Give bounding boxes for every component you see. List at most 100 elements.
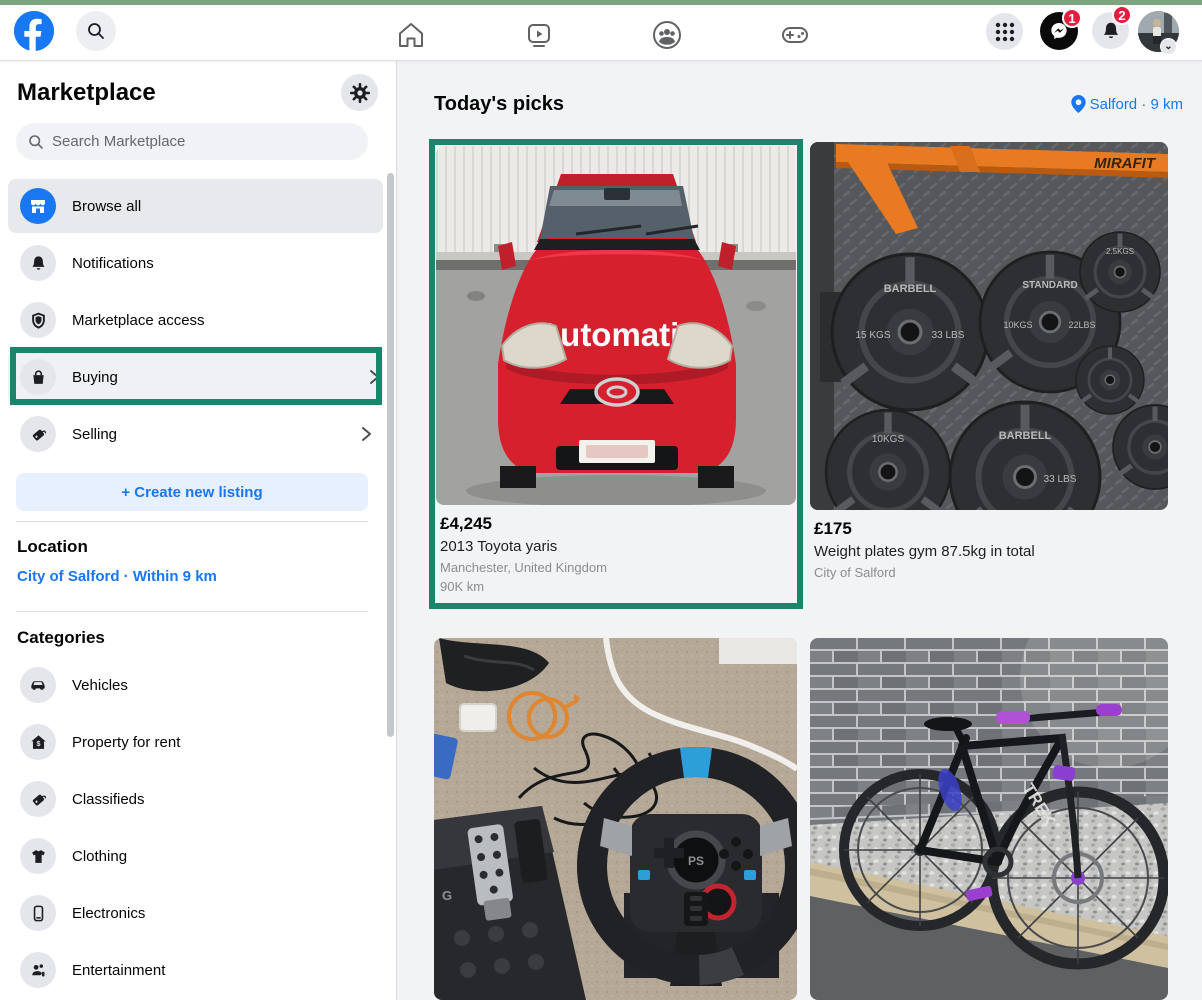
marketplace-sidebar: Marketplace [0,61,397,1000]
price-tag-icon [20,781,56,817]
apps-grid-icon [995,22,1015,42]
main-header: Today's picks Salford · 9 km [434,91,1183,117]
sidebar-item-label: Selling [72,406,117,462]
section-title: Today's picks [434,93,564,116]
marketplace-settings-button[interactable] [341,74,378,111]
category-label: Classifieds [72,773,145,825]
nav-groups-tab[interactable] [650,18,684,52]
tshirt-icon [20,838,56,874]
listing-info: £175 Weight plates gym 87.5kg in total C… [810,510,1168,582]
listing-card-toyota-yaris[interactable]: Automatic [436,146,796,596]
listing-title: 2013 Toyota yaris [440,536,792,558]
listing-card-racing-wheel[interactable]: G PS [434,638,797,1000]
svg-text:33 LBS: 33 LBS [932,330,965,341]
nav-search-button[interactable] [76,11,116,51]
hovered-row-background [8,350,383,404]
listing-title: Weight plates gym 87.5kg in total [814,541,1164,563]
sidebar-item-label: Buying [72,349,118,405]
category-label: Clothing [72,830,127,882]
weights-brand-text: MIRAFIT [1094,155,1157,172]
nav-home-tab[interactable] [394,18,428,52]
category-label: Property for rent [72,716,180,768]
sidebar-item-label: Marketplace access [72,292,205,348]
location-link[interactable]: City of Salford · Within 9 km [17,568,217,585]
phone-icon [20,895,56,931]
nav-watch-tab[interactable] [522,18,556,52]
listing-photo-weights: MIRAFIT BARBELL 15 KGS 33 LBS STANDARD 1… [810,142,1168,510]
notifications-badge: 2 [1112,5,1132,25]
marketplace-search-box[interactable] [16,123,368,160]
svg-text:33 LBS: 33 LBS [1044,474,1077,485]
divider [16,611,368,612]
search-icon [86,21,106,41]
selected-row-background [8,179,383,233]
category-label: Electronics [72,887,145,939]
storefront-icon [20,188,56,224]
sidebar-item-label: Browse all [72,178,141,234]
listing-mileage: 90K km [440,577,792,596]
categories-heading: Categories [17,628,105,648]
category-entertainment[interactable]: Entertainment [0,944,397,996]
svg-text:$: $ [36,740,40,748]
svg-text:10KGS: 10KGS [1003,320,1032,330]
gear-icon [349,82,371,104]
chevron-right-icon [367,369,381,385]
listing-card-weight-plates[interactable]: MIRAFIT BARBELL 15 KGS 33 LBS STANDARD 1… [810,142,1168,582]
groups-icon [651,19,683,51]
price-tag-icon [20,416,56,452]
gaming-icon [779,19,811,51]
watch-video-icon [524,20,554,50]
svg-text:22LBS: 22LBS [1068,320,1095,330]
shield-icon [20,302,56,338]
shopping-bag-icon [20,359,56,395]
listing-location: Manchester, United Kingdom [440,558,792,577]
listing-photo-racing-wheel: G PS [434,638,797,1000]
messenger-badge: 1 [1062,8,1082,28]
listing-card-mountain-bike[interactable]: TREK [810,638,1168,1000]
sidebar-scrollbar-thumb[interactable] [387,173,394,737]
svg-text:STANDARD: STANDARD [1022,280,1077,291]
svg-text:BARBELL: BARBELL [884,283,937,295]
search-input[interactable] [52,133,342,150]
nav-apps-menu-button[interactable] [986,13,1023,50]
main-content: Today's picks Salford · 9 km [397,61,1202,1000]
category-label: Entertainment [72,944,165,996]
sidebar-item-marketplace-access[interactable]: Marketplace access [0,292,397,348]
svg-text:PS: PS [688,854,704,868]
location-heading: Location [17,537,88,557]
sidebar-item-browse-all[interactable]: Browse all [0,178,397,234]
house-dollar-icon: $ [20,724,56,760]
listing-price: £175 [814,517,1164,541]
sidebar-item-notifications[interactable]: Notifications [0,235,397,291]
sidebar-item-selling[interactable]: Selling [0,406,397,462]
bell-icon [20,245,56,281]
facebook-f-icon [14,11,54,51]
category-electronics[interactable]: Electronics [0,887,397,939]
facebook-logo[interactable] [14,11,54,51]
listing-photo-bike: TREK [810,638,1168,1000]
svg-text:10KGS: 10KGS [872,434,905,445]
svg-text:G: G [442,888,452,903]
location-filter-chip[interactable]: Salford · 9 km [1071,95,1183,113]
svg-text:15 KGS: 15 KGS [855,330,890,341]
listing-photo-car: Automatic [436,146,796,505]
chevron-right-icon [359,426,373,442]
listing-location: City of Salford [814,563,1164,582]
create-new-listing-button[interactable]: + Create new listing [16,473,368,511]
map-pin-icon [1071,95,1086,113]
search-icon [28,134,44,150]
category-classifieds[interactable]: Classifieds [0,773,397,825]
svg-text:BARBELL: BARBELL [999,430,1052,442]
sidebar-item-label: Notifications [72,235,154,291]
sidebar-item-buying[interactable]: Buying [0,349,397,405]
category-property-for-rent[interactable]: $ Property for rent [0,716,397,768]
listing-price: £4,245 [440,512,792,536]
category-vehicles[interactable]: Vehicles [0,659,397,711]
location-filter-label: Salford · 9 km [1090,96,1183,113]
account-chevron-down-icon[interactable]: ⌄ [1160,38,1177,55]
svg-text:2.5KGS: 2.5KGS [1106,247,1134,256]
nav-gaming-tab[interactable] [778,18,812,52]
car-icon [20,667,56,703]
annotation-box-listing: Automatic [429,139,803,609]
category-clothing[interactable]: Clothing [0,830,397,882]
